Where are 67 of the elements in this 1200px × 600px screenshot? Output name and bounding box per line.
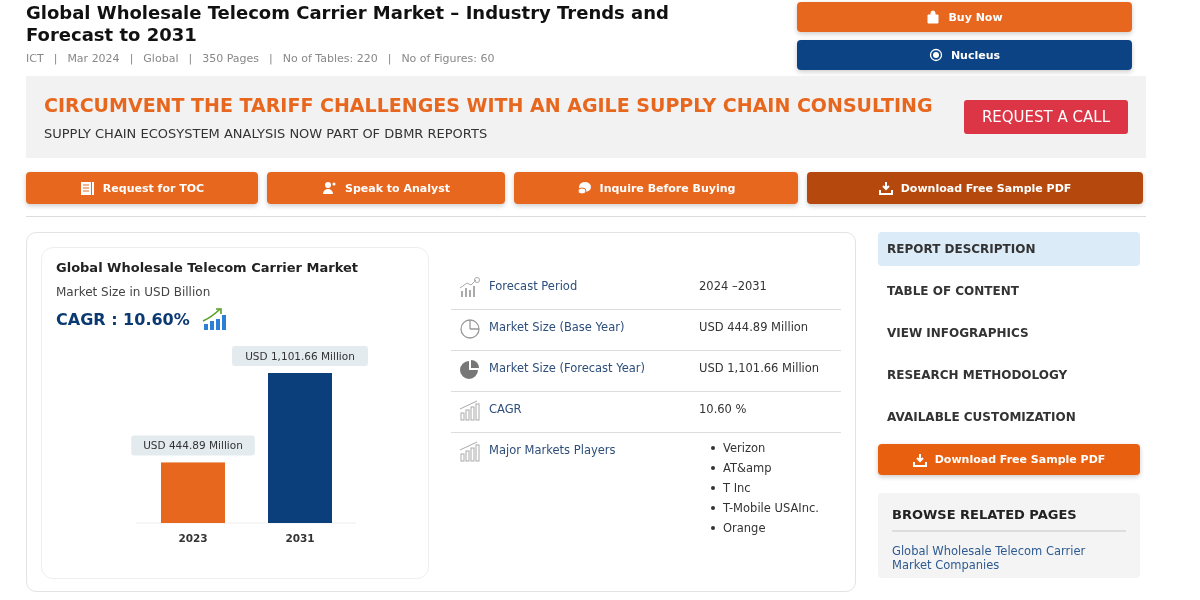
separator: | <box>188 52 193 65</box>
document-icon <box>79 180 95 196</box>
forecast-chart-icon <box>459 277 481 299</box>
player-name: T Inc <box>723 481 751 495</box>
fact-value: 2024 –2031 <box>699 279 767 293</box>
infographic-subtitle: Market Size in USD Billion <box>56 285 212 299</box>
fact-value: USD 444.89 Million <box>699 320 809 334</box>
pie-chart-icon <box>459 318 481 340</box>
meta-info: ICT <box>26 52 44 65</box>
fact-label: Forecast Period <box>489 279 579 293</box>
bar-chart-icon <box>459 441 481 463</box>
fact-value: USD 1,101.66 Million <box>699 361 820 375</box>
player-name: Orange <box>723 521 766 535</box>
data-label: USD 444.89 Million <box>143 439 243 452</box>
target-icon <box>928 48 943 62</box>
meta-info: No of Tables: 220 <box>282 52 378 65</box>
download-button[interactable]: Download Free Sample PDF <box>878 444 1140 475</box>
page-title: Global Wholesale Telecom Carrier Market – Industry Trends and Forecast to 2031 <box>26 2 670 46</box>
person-icon <box>322 181 337 195</box>
separator: | <box>53 52 58 65</box>
value-label: USD 1,101.66 Million <box>232 346 368 366</box>
request-call-button[interactable]: REQUEST A CALL <box>963 100 1128 134</box>
meta-info: Global <box>143 52 179 65</box>
player-name: T-Mobile USAInc. <box>723 501 819 515</box>
bullet-icon <box>711 486 715 490</box>
nucleus-button[interactable]: Nucleus <box>797 40 1132 70</box>
bullet-icon <box>711 506 715 510</box>
download-icon <box>878 181 893 195</box>
download-icon <box>912 452 927 467</box>
bullet-icon <box>711 466 715 470</box>
axis-label: 2023 <box>178 532 208 544</box>
separator: | <box>129 52 134 65</box>
pie-chart-icon <box>459 359 481 381</box>
panel-heading: BROWSE RELATED PAGES <box>892 507 1126 532</box>
sidebar-item[interactable]: TABLE OF CONTENT <box>878 274 1140 308</box>
related-link[interactable]: Global Wholesale Telecom Carrier Market Companies <box>892 544 1126 572</box>
meta-info: 350 Pages <box>202 52 259 65</box>
fact-label: Market Size (Forecast Year) <box>489 361 647 375</box>
growth-chart-icon <box>201 307 228 331</box>
banner-headline: CIRCUMVENT THE TARIFF CHALLENGES WITH AN AGILE SUPPLY CHAIN CONSULTING <box>44 93 933 116</box>
meta-info: No of Figures: 60 <box>401 52 495 65</box>
fact-label: CAGR <box>489 402 523 416</box>
bag-icon <box>926 10 941 24</box>
player-name: Verizon <box>723 441 766 455</box>
bullet-icon <box>711 446 715 450</box>
separator: | <box>269 52 273 65</box>
fact-label: Major Markets Players <box>489 443 617 457</box>
chat-icon <box>576 181 592 195</box>
bullet-icon <box>711 526 715 530</box>
sidebar-item[interactable]: VIEW INFOGRAPHICS <box>878 316 1140 350</box>
data-label: USD 1,101.66 Million <box>245 350 355 362</box>
infographic-title: Global Wholesale Telecom Carrier Market <box>56 260 359 275</box>
bar <box>161 462 225 523</box>
sidebar-item[interactable]: AVAILABLE CUSTOMIZATION <box>878 400 1140 434</box>
fact-value: 10.60 % <box>699 402 747 416</box>
separator: | <box>387 52 392 65</box>
action-button[interactable]: Download Free Sample PDF <box>807 172 1143 204</box>
meta-info: Mar 2024 <box>67 52 120 65</box>
banner-subline: SUPPLY CHAIN ECOSYSTEM ANALYSIS NOW PART OF DBMR REPORTS <box>44 125 489 141</box>
fact-label: Market Size (Base Year) <box>489 320 626 334</box>
player-name: AT&amp <box>723 461 772 475</box>
axis-label: 2031 <box>285 532 315 544</box>
sidebar-item[interactable]: REPORT DESCRIPTION <box>878 232 1140 266</box>
sidebar-item[interactable]: RESEARCH METHODOLOGY <box>878 358 1140 392</box>
cagr-value: CAGR : 10.60% <box>56 309 190 329</box>
bar-chart-icon <box>459 400 481 422</box>
value-label: USD 444.89 Million <box>131 435 255 456</box>
